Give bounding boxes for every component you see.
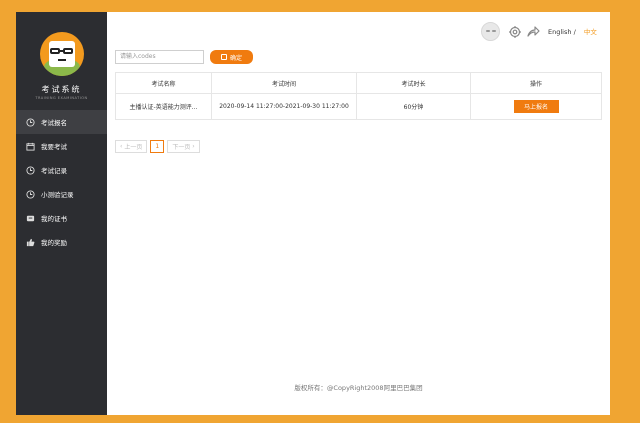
lang-separator: / — [573, 28, 576, 36]
header-exam-duration: 考试时长 — [357, 73, 471, 93]
header-action: 操作 — [529, 80, 542, 88]
sidebar-menu: 考试报名 我要考试 考试记录 小测验记录 我的证书 我的奖励 — [16, 110, 107, 254]
header-exam-time: 考试时间 — [212, 73, 357, 93]
thumbs-up-icon — [26, 238, 35, 247]
app-window: 考试系统 TRAINING EXAMINATION 考试报名 我要考试 考试记录… — [16, 12, 610, 415]
gear-icon[interactable] — [508, 24, 522, 38]
sidebar-item-label: 考试报名 — [41, 119, 67, 127]
code-search-input[interactable]: 请输入codes — [115, 50, 204, 64]
language-switcher: English / 中文 — [548, 26, 597, 36]
header-exam-name: 考试名称 — [116, 73, 212, 93]
sidebar-item-label: 我要考试 — [41, 143, 67, 151]
sidebar-item-label: 我的奖励 — [41, 239, 67, 247]
shield-icon — [220, 54, 227, 60]
confirm-button-label: 确定 — [229, 54, 242, 62]
sidebar-item-label: 小测验记录 — [41, 191, 74, 199]
sidebar-item-exam-records[interactable]: 考试记录 — [16, 158, 107, 182]
confirm-button[interactable]: 确定 — [210, 50, 253, 64]
avatar[interactable] — [481, 22, 500, 41]
table-header: 考试名称 考试时间 考试时长 操作 — [116, 73, 601, 94]
prev-page-button[interactable]: ‹ 上一页 — [115, 140, 148, 153]
lang-chinese[interactable]: 中文 — [584, 28, 597, 36]
footer-copyright: 版权所有：@CopyRight2008阿里巴巴集团 — [294, 384, 423, 392]
sidebar-item-exam-signup[interactable]: 考试报名 — [16, 110, 107, 134]
sidebar: 考试系统 TRAINING EXAMINATION 考试报名 我要考试 考试记录… — [16, 12, 107, 415]
exam-name: 主播认证-英语能力测评... — [116, 94, 212, 119]
logo-mascot-icon — [40, 32, 84, 76]
clock-icon — [26, 165, 35, 175]
exam-table: 考试名称 考试时间 考试时长 操作 主播认证-英语能力测评... 2020-09… — [115, 72, 602, 120]
brand-title: 考试系统 — [41, 85, 82, 94]
sidebar-item-label: 考试记录 — [41, 167, 67, 175]
certificate-icon — [26, 214, 35, 223]
page-number[interactable]: 1 — [150, 140, 165, 153]
next-page-button[interactable]: 下一页 › — [167, 140, 200, 153]
exam-time: 2020-09-14 11:27:00-2021-09-30 11:27:00 — [212, 94, 357, 119]
chevron-right-icon: › — [190, 143, 195, 150]
share-icon[interactable] — [526, 24, 540, 38]
lang-english[interactable]: English — [548, 28, 571, 36]
table-row: 主播认证-英语能力测评... 2020-09-14 11:27:00-2021-… — [116, 94, 601, 119]
signup-button[interactable]: 马上报名 — [513, 100, 559, 113]
calendar-icon — [26, 142, 35, 151]
brand-subtitle: TRAINING EXAMINATION — [35, 96, 88, 100]
pagination: ‹ 上一页 1 下一页 › — [115, 140, 200, 153]
exam-duration: 60分钟 — [357, 94, 471, 119]
sidebar-item-label: 我的证书 — [41, 215, 67, 223]
clock-icon — [26, 189, 35, 199]
clock-icon — [26, 117, 35, 127]
sidebar-item-take-exam[interactable]: 我要考试 — [16, 134, 107, 158]
sidebar-item-certificates[interactable]: 我的证书 — [16, 206, 107, 230]
action-cell: 马上报名 — [471, 94, 601, 119]
sidebar-item-rewards[interactable]: 我的奖励 — [16, 230, 107, 254]
sidebar-item-quiz-records[interactable]: 小测验记录 — [16, 182, 107, 206]
